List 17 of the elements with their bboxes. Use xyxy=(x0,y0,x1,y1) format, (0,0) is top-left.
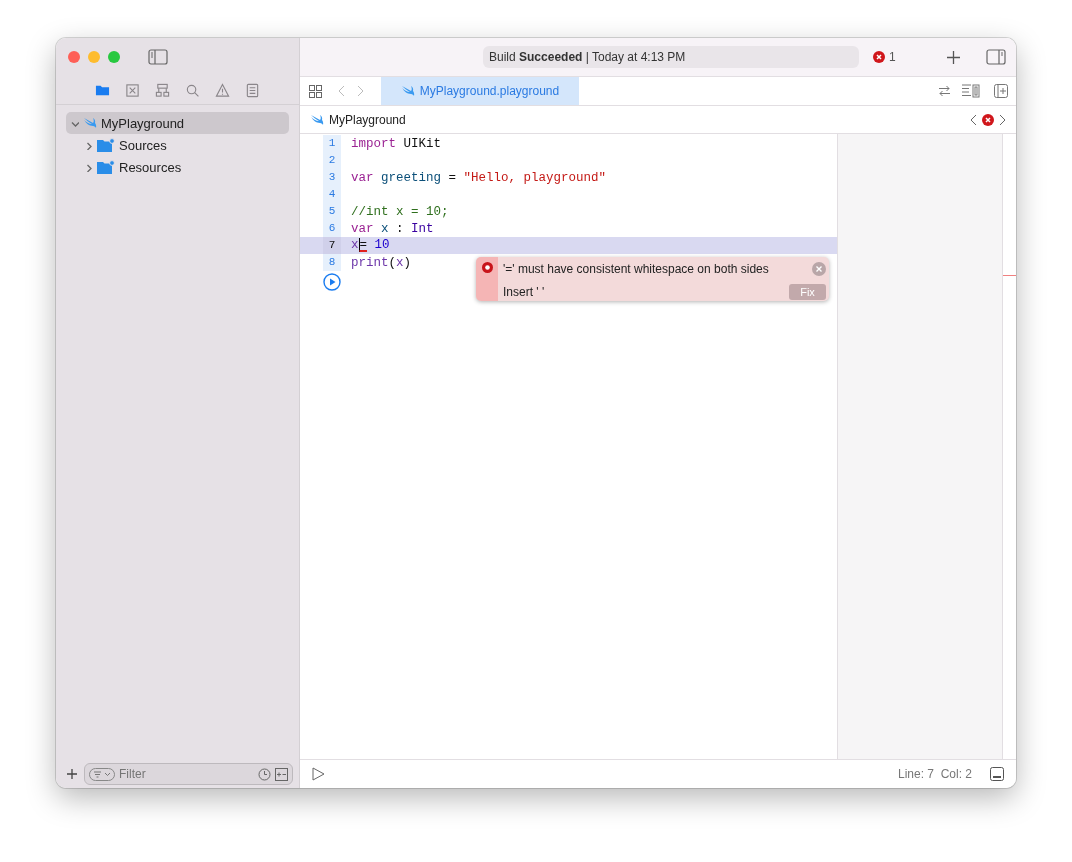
cursor-position: Line: 7 Col: 2 xyxy=(897,767,972,781)
issue-message: '=' must have consistent whitespace on both sides xyxy=(503,261,769,276)
line-number: 3 xyxy=(323,169,341,186)
code-line: var greeting = "Hello, playground" xyxy=(351,170,607,185)
code-line: import UIKit xyxy=(351,136,442,151)
line-number: 1 xyxy=(323,135,341,152)
line-number: 6 xyxy=(323,220,341,237)
line-number: 8 xyxy=(323,254,341,271)
code-line: print(x) xyxy=(351,255,412,270)
code-line: //int x = 10; xyxy=(351,204,449,219)
line-number: 2 xyxy=(323,152,341,169)
code-line: var x : Int xyxy=(351,221,434,236)
line-number: 4 xyxy=(323,186,341,203)
code-line: x= 10 xyxy=(351,238,390,253)
line-number: 7 xyxy=(323,237,341,254)
build-status: Build Succeeded | Today at 4:13 PM xyxy=(483,46,859,68)
line-number: 5 xyxy=(323,203,341,220)
